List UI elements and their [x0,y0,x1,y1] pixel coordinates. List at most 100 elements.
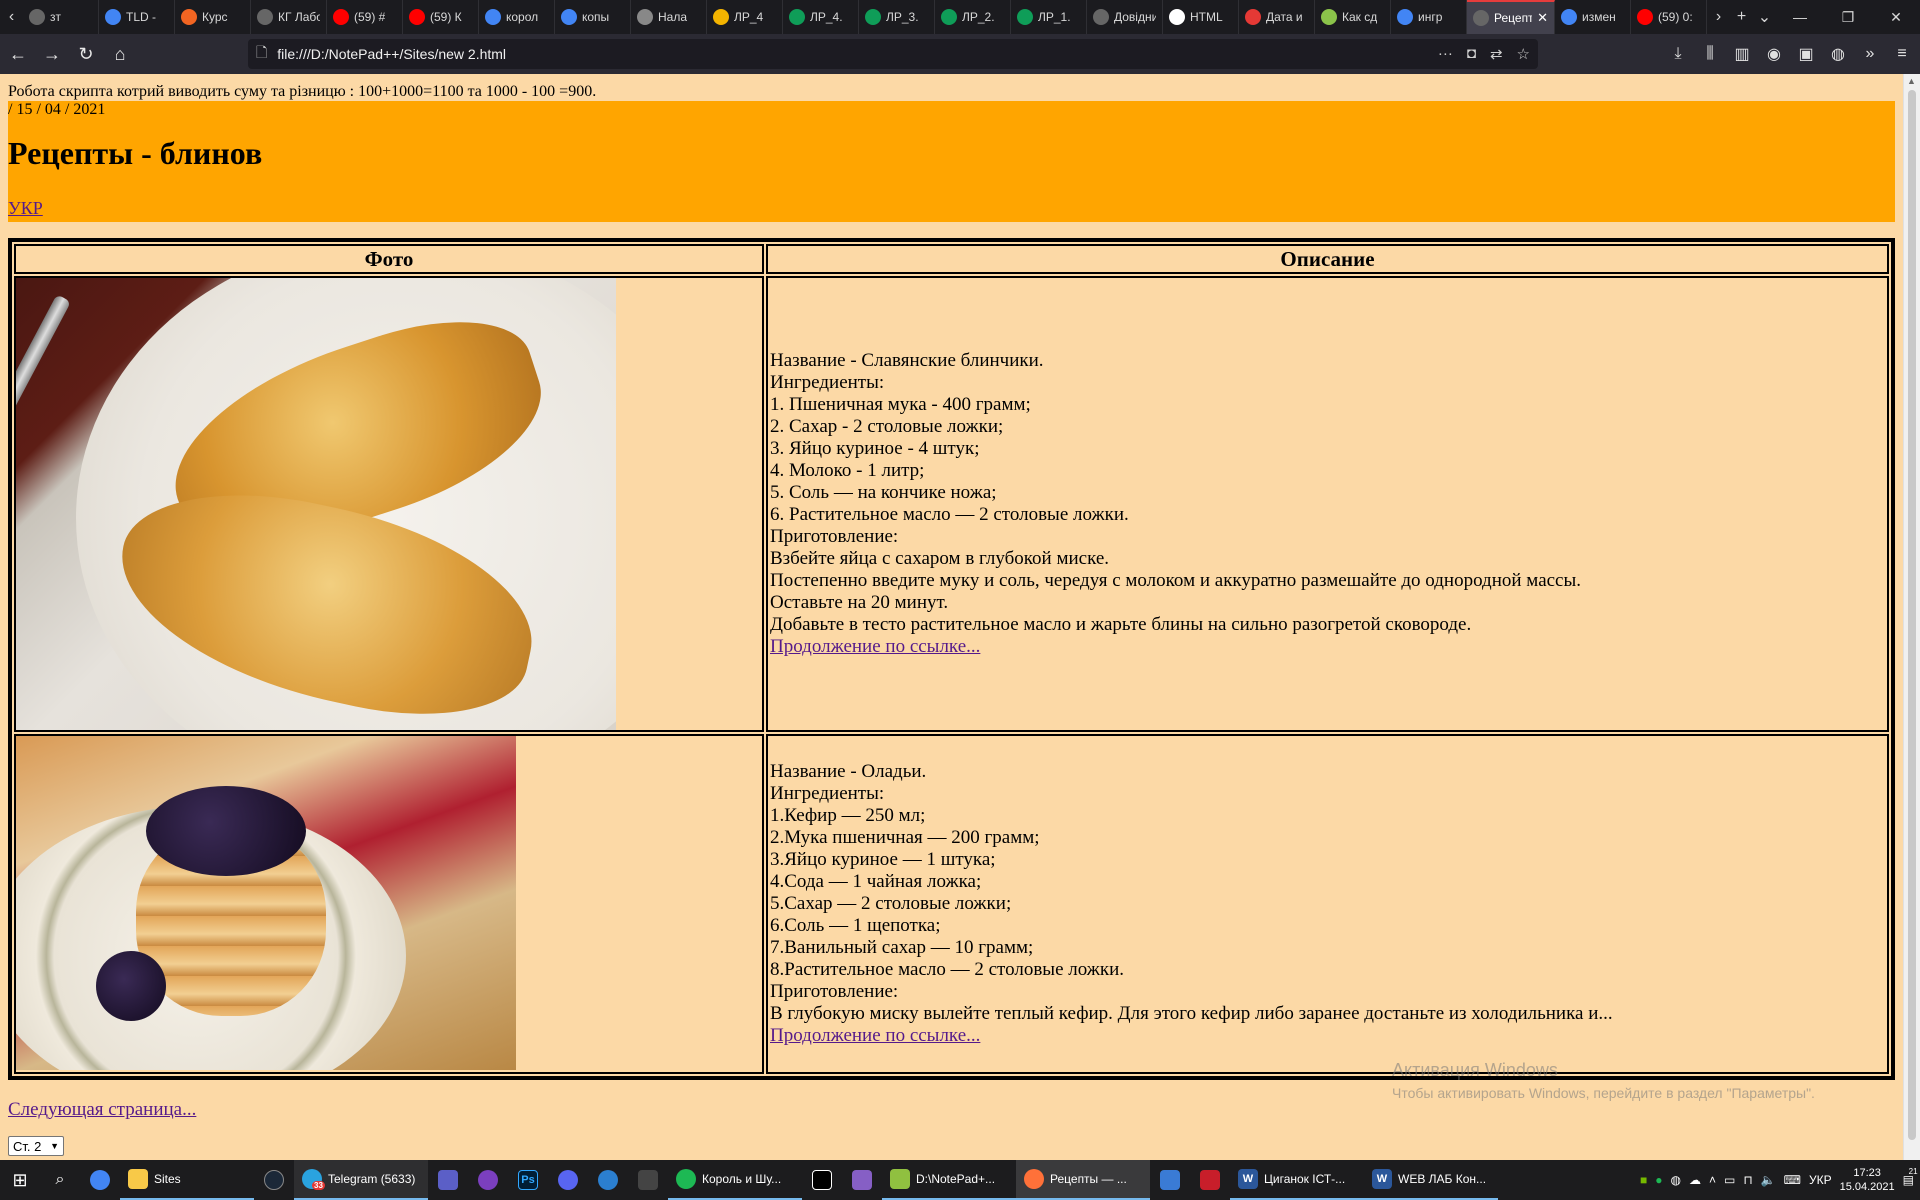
nvidia-icon[interactable]: ■ [1640,1173,1647,1187]
address-bar[interactable]: 🗋 file:///D:/NotePad++/Sites/new 2.html … [248,39,1538,69]
taskbar-app-label: Telegram (5633) [328,1172,416,1186]
search-icon[interactable]: ⌕ [40,1160,80,1200]
windows-start-icon[interactable]: ⊞ [0,1160,40,1200]
forward-icon[interactable]: → [36,38,68,70]
new-tab-icon[interactable]: + [1730,0,1753,34]
browser-tab[interactable]: Рецепт ✕ [1467,0,1555,34]
pocket-icon[interactable]: ◘ [1467,45,1476,63]
language-indicator[interactable]: УКР [1809,1173,1832,1187]
browser-tab[interactable]: (59) # [327,0,403,34]
browser-tab[interactable]: измен [1555,0,1631,34]
close-tab-icon[interactable]: ✕ [1537,10,1548,26]
recipe-line: 4. Молоко - 1 литр; [770,460,925,481]
browser-tab[interactable]: Дата и [1239,0,1315,34]
telegram-icon: 33 [302,1169,325,1190]
scroll-up-icon[interactable]: ▲ [1907,76,1916,86]
browser-tab[interactable]: зт [23,0,99,34]
browser-tab[interactable]: КГ Лабора [251,0,327,34]
tab-scroll-left-icon[interactable]: ‹ [0,0,23,34]
browser-tab[interactable]: ЛР_3. [859,0,935,34]
home-icon[interactable]: ⌂ [104,38,136,70]
library-icon[interactable]: ⫼ [1700,45,1720,63]
browser-tab[interactable]: Довідник [1087,0,1163,34]
steam-icon[interactable] [254,1160,294,1200]
taskbar-app-spotify[interactable]: Король и Шу... [668,1160,802,1200]
browser-tab[interactable]: ЛР_2. [935,0,1011,34]
bookmark-star-icon[interactable]: ☆ [1517,45,1530,63]
page-scrollbar[interactable]: ▲ [1903,74,1920,1160]
recipe-line: 5.Сахар — 2 столовые ложки; [770,893,1012,914]
intellij-icon[interactable] [802,1160,842,1200]
tray-app-icon[interactable]: ◍ [1670,1173,1680,1187]
browser-tab[interactable]: ЛР_1. [1011,0,1087,34]
next-page-link[interactable]: Следующая страница... [8,1099,196,1121]
page-select[interactable]: Ст. 2 ▼ [8,1136,64,1156]
flower-icon [1321,9,1337,25]
taskbar-app-firefox[interactable]: Рецепты — ... [1016,1160,1150,1200]
taskbar-app-telegram[interactable]: 33 Telegram (5633) [294,1160,428,1200]
virtualbox-icon[interactable] [1150,1160,1190,1200]
language-link[interactable]: УКР [8,198,43,219]
continue-link[interactable]: Продолжение по ссылке... [770,636,980,657]
browser-tab[interactable]: (59) К [403,0,479,34]
onedrive-icon[interactable]: ☁ [1689,1173,1701,1187]
volume-icon[interactable]: 🔈 [1761,1173,1776,1187]
browser-tab[interactable]: Нала [631,0,707,34]
show-hidden-icon[interactable]: ˄ [1709,1173,1716,1187]
menu-icon[interactable]: ≡ [1892,45,1912,63]
browser-tab[interactable]: корол [479,0,555,34]
restore-icon[interactable]: ❐ [1824,0,1872,34]
taskbar-app-sites[interactable]: Sites [120,1160,254,1200]
keyboard-icon[interactable]: ⌨ [1784,1173,1801,1187]
recipe-line: 1.Кефир — 250 мл; [770,805,926,826]
close-window-icon[interactable]: ✕ [1872,0,1920,34]
photoshop-icon[interactable]: Ps [508,1160,548,1200]
drive-icon [941,9,957,25]
browser-tab[interactable]: ингр [1391,0,1467,34]
teams-icon[interactable] [428,1160,468,1200]
account-icon[interactable]: ◉ [1764,44,1784,64]
continue-link[interactable]: Продолжение по ссылке... [770,1025,980,1046]
globe-icon[interactable]: ◍ [1828,44,1848,64]
visual-studio-icon[interactable] [842,1160,882,1200]
blinchiki-photo [16,278,616,730]
scrollbar-thumb[interactable] [1908,90,1916,1140]
page-icon [1093,9,1109,25]
overflow-icon[interactable]: » [1860,45,1880,63]
discord-icon[interactable] [548,1160,588,1200]
browser-tab[interactable]: (59) 0: [1631,0,1707,34]
sidebar-icon[interactable]: ▥ [1732,44,1752,64]
clock[interactable]: 17:23 15.04.2021 [1840,1166,1895,1194]
browser-tab[interactable]: Как сд [1315,0,1391,34]
minimize-icon[interactable]: — [1776,0,1824,34]
taskbar-app-notepad[interactable]: D:\NotePad+... [882,1160,1016,1200]
tab-label: ингр [1418,10,1443,24]
browser-tab[interactable]: ЛР_4 [707,0,783,34]
unity-icon[interactable] [628,1160,668,1200]
url-text[interactable]: file:///D:/NotePad++/Sites/new 2.html [277,46,506,62]
spotify-tray-icon[interactable]: ● [1655,1173,1662,1187]
browser-tab[interactable]: Курс [175,0,251,34]
tab-list-icon[interactable]: ⌄ [1753,0,1776,34]
app-icon[interactable] [588,1160,628,1200]
browser-tab[interactable]: копы [555,0,631,34]
browser-tab[interactable]: HTML [1163,0,1239,34]
downloads-icon[interactable]: ⤓ [1668,45,1688,63]
taskbar-app-word-1[interactable]: W Циганок ІСТ-... [1230,1160,1364,1200]
tab-scroll-right-icon[interactable]: › [1707,0,1730,34]
reload-icon[interactable]: ↻ [70,38,102,70]
taskbar-app-word-2[interactable]: W WEB ЛАБ Кон... [1364,1160,1498,1200]
back-icon[interactable]: ← [2,38,34,70]
network-icon[interactable]: ⊓ [1743,1173,1752,1187]
podcast-icon[interactable] [468,1160,508,1200]
browser-tab[interactable]: TLD - [99,0,175,34]
watermark-title: Активация Windows [1392,1060,1558,1080]
chrome-icon[interactable] [80,1160,120,1200]
extension-icon[interactable]: ▣ [1796,44,1816,64]
display-icon[interactable]: ▭ [1724,1173,1735,1187]
page-actions-icon[interactable]: ··· [1438,45,1453,63]
notifications-icon[interactable]: ▤ 21 [1903,1167,1918,1187]
autocad-icon[interactable] [1190,1160,1230,1200]
browser-tab[interactable]: ЛР_4. [783,0,859,34]
translate-icon[interactable]: ⇄ [1490,45,1503,63]
